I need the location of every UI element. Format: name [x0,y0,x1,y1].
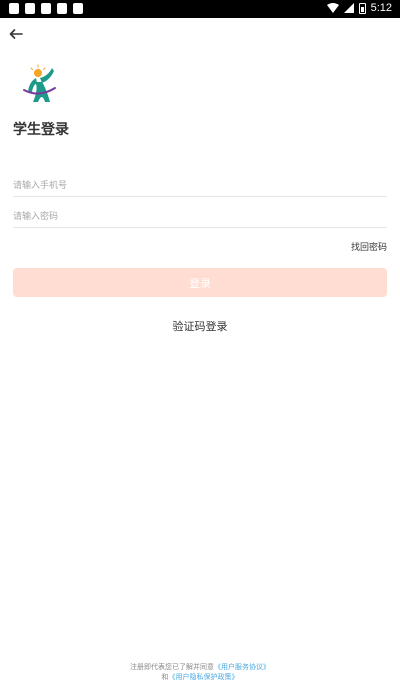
status-time: 5:12 [370,2,392,14]
notification-icon [57,3,67,14]
arrow-left-icon [9,29,23,39]
wifi-icon [326,3,339,13]
system-icons: 5:12 [326,2,392,14]
notification-icon [41,3,51,14]
back-button[interactable] [6,25,26,43]
agreement-line-1: 注册即代表您已了解并同意《用户服务协议》 [0,662,400,672]
sms-login-link[interactable]: 验证码登录 [173,320,228,333]
sms-login-row: 验证码登录 [0,318,400,334]
signal-icon [343,3,354,13]
agreement-prefix: 注册即代表您已了解并同意 [130,663,214,671]
page-title: 学生登录 [13,122,69,138]
agreement-notice: 注册即代表您已了解并同意《用户服务协议》 和《用户隐私保护政策》 [0,662,400,682]
forgot-password-link[interactable]: 找回密码 [351,240,387,253]
battery-icon [358,2,366,14]
agreement-line-2: 和《用户隐私保护政策》 [0,672,400,682]
phone-input[interactable] [13,175,387,197]
privacy-policy-link[interactable]: 《用户隐私保护政策》 [169,673,239,681]
notification-icon [9,3,19,14]
app-logo [23,64,56,102]
agreement-and: 和 [161,673,169,681]
status-bar: 5:12 [0,0,400,18]
login-button[interactable]: 登录 [13,268,387,297]
notification-icons [9,3,83,14]
service-agreement-link[interactable]: 《用户服务协议》 [214,663,270,671]
phone-field [13,173,387,197]
password-input[interactable] [13,206,387,228]
notification-icon [73,3,83,14]
notification-icon [25,3,35,14]
password-field [13,204,387,228]
